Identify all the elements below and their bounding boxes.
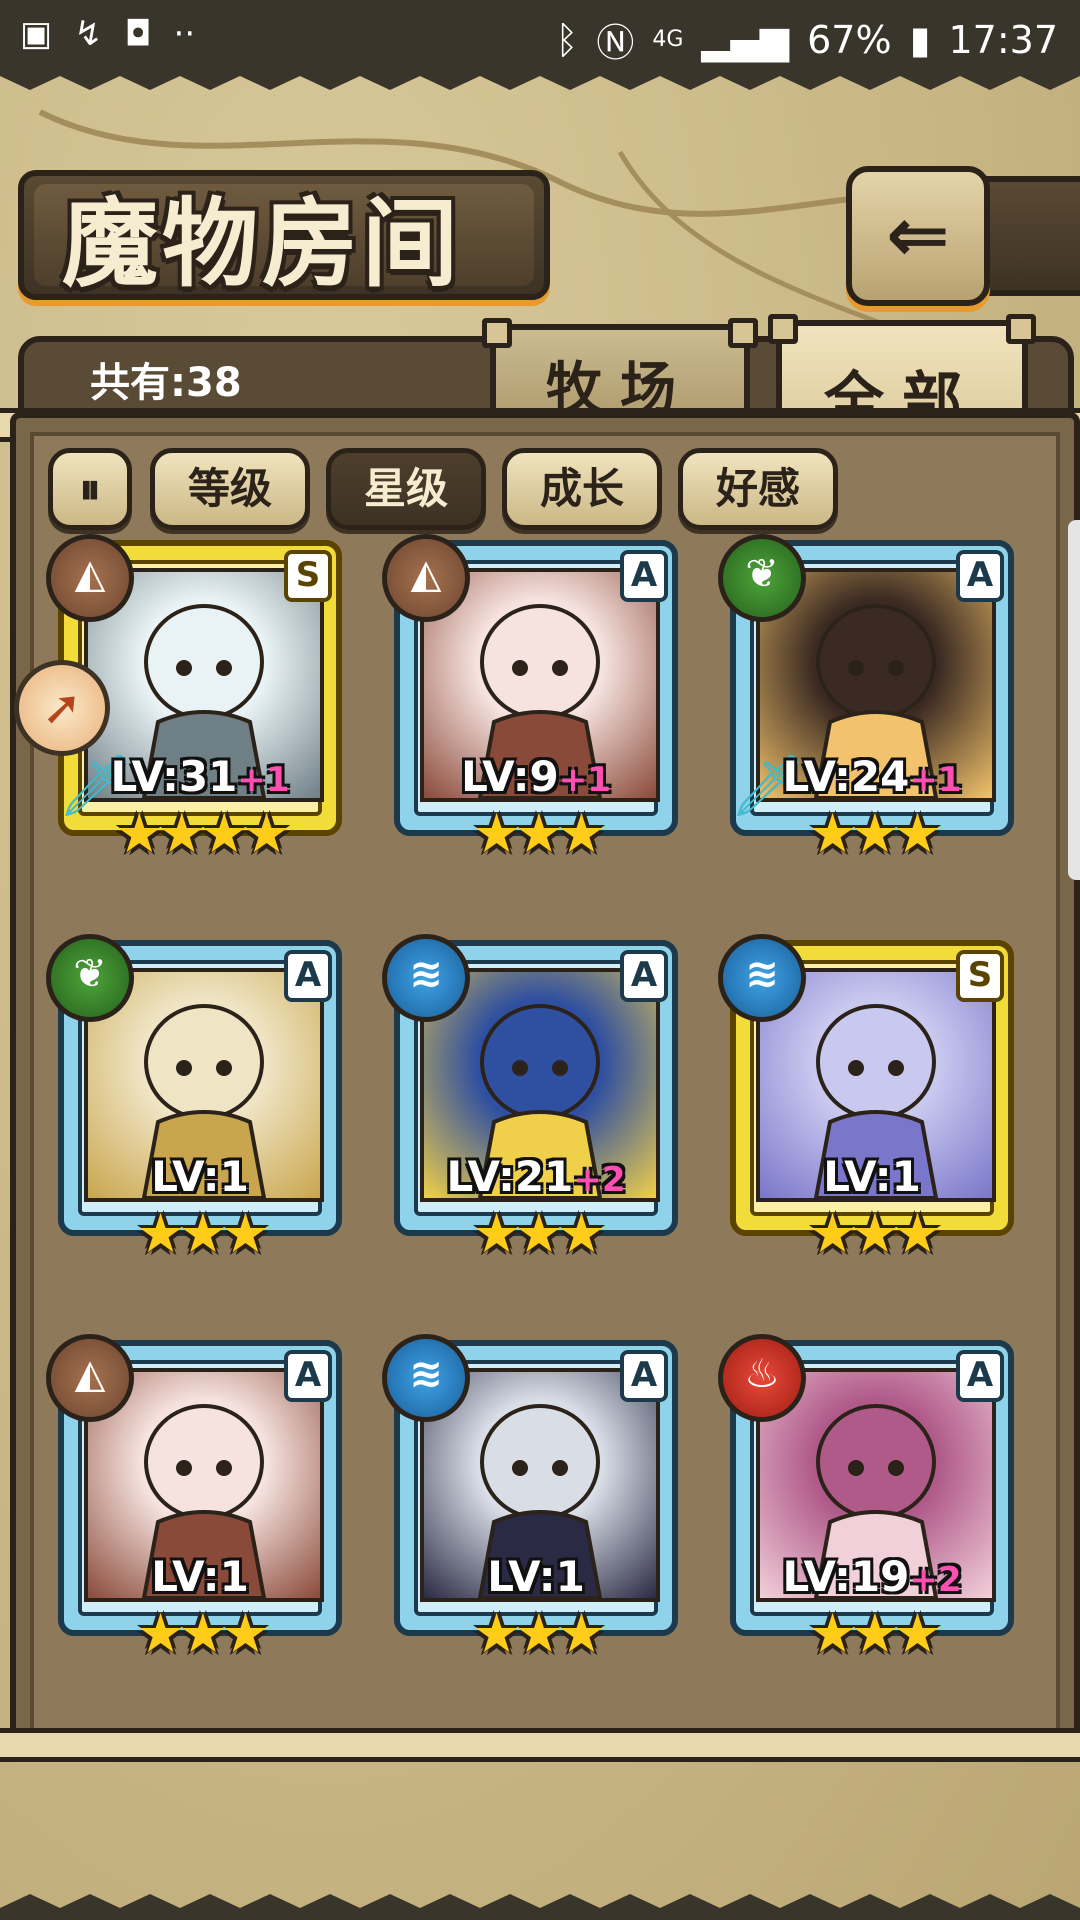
- monster-level: LV:9+1: [386, 752, 686, 801]
- grass-element-icon: ❦: [718, 534, 806, 622]
- star-rating: ★★★: [136, 1202, 269, 1265]
- monster-level: LV:1: [50, 1152, 350, 1201]
- level-text: LV:1: [487, 1552, 585, 1601]
- rank-badge: A: [620, 550, 668, 602]
- water-element-icon: ≋: [382, 1334, 470, 1422]
- sort-growth-button[interactable]: 成长: [502, 448, 662, 530]
- monster-card[interactable]: A ◭ LV:1 ★★★: [46, 1334, 350, 1665]
- rank-badge: A: [956, 550, 1004, 602]
- monster-level: LV:24+1: [722, 752, 1022, 801]
- level-bonus: +1: [558, 760, 611, 800]
- page-title: 魔物房间: [62, 187, 462, 300]
- nfc-icon: Ⓝ: [596, 21, 635, 65]
- network-type: 4G: [652, 27, 684, 52]
- tab-peg: [1006, 314, 1036, 344]
- scroll-handle[interactable]: [1068, 520, 1080, 880]
- level-bonus: +2: [909, 1560, 962, 1600]
- level-text: LV:21: [446, 1152, 574, 1201]
- water-element-icon: ≋: [718, 934, 806, 1022]
- battery-icon: ▮: [909, 17, 931, 62]
- level-text: LV:31: [110, 752, 238, 801]
- star-rating: ★★★: [808, 1202, 941, 1265]
- level-text: LV:9: [461, 752, 559, 801]
- sort-affection-button[interactable]: 好感: [678, 448, 838, 530]
- rank-badge: A: [284, 950, 332, 1002]
- level-text: LV:24: [782, 752, 910, 801]
- back-strip: [980, 176, 1080, 296]
- monster-card[interactable]: A ❦ LV:1 ★★★: [46, 934, 350, 1265]
- level-bonus: +2: [573, 1160, 626, 1200]
- monster-card[interactable]: S ≋ LV:1 ★★★: [718, 934, 1022, 1265]
- bottom-rail: [0, 1728, 1080, 1762]
- star-rating: ★★★: [472, 1602, 605, 1665]
- bluetooth-icon: ᛒ: [555, 17, 579, 62]
- rank-badge: A: [956, 1350, 1004, 1402]
- monster-count: 共有:38: [90, 360, 242, 406]
- star-rating: ★★★★: [115, 802, 291, 865]
- monster-card[interactable]: A ♨ LV:19+2 ★★★: [718, 1334, 1022, 1665]
- shopping-bag-icon: ◘: [124, 14, 152, 54]
- sort-star-button[interactable]: 星级: [326, 448, 486, 530]
- level-bonus: +1: [237, 760, 290, 800]
- rank-badge: A: [284, 1350, 332, 1402]
- monster-card[interactable]: A ≋ LV:21+2 ★★★: [382, 934, 686, 1265]
- earth-element-icon: ◭: [46, 534, 134, 622]
- star-rating: ★★★: [808, 802, 941, 865]
- star-rating: ★★★: [472, 1202, 605, 1265]
- tab-peg: [728, 318, 758, 348]
- arrow-badge-icon: ➚: [41, 680, 83, 736]
- earth-element-icon: ◭: [382, 534, 470, 622]
- lock-badge[interactable]: ➚: [14, 660, 110, 756]
- sort-level-button[interactable]: 等级: [150, 448, 310, 530]
- monster-card[interactable]: A ◭ LV:9+1 ★★★: [382, 534, 686, 865]
- back-button[interactable]: ⇐: [846, 166, 990, 306]
- star-rating: ★★★: [472, 802, 605, 865]
- grass-element-icon: ❦: [46, 934, 134, 1022]
- level-text: LV:1: [151, 1552, 249, 1601]
- image-icon: ▣: [20, 14, 53, 54]
- star-rating: ★★★: [808, 1602, 941, 1665]
- battery-percent: 67%: [807, 17, 892, 62]
- earth-element-icon: ◭: [46, 1334, 134, 1422]
- rank-badge: A: [620, 950, 668, 1002]
- level-text: LV:1: [823, 1152, 921, 1201]
- water-element-icon: ≋: [382, 934, 470, 1022]
- monster-level: LV:31+1: [50, 752, 350, 801]
- signal-icon: ▂▄▆: [701, 17, 790, 62]
- more-icon: ··: [173, 14, 196, 54]
- level-text: LV:1: [151, 1152, 249, 1201]
- status-bar: ▣ ↯ ◘ ·· ᛒ Ⓝ 4G ▂▄▆ 67% ▮ 17:37: [0, 0, 1080, 72]
- monster-card[interactable]: A ❦ 🗡 LV:24+1 ★★★: [718, 534, 1022, 865]
- level-text: LV:19: [782, 1552, 910, 1601]
- fire-element-icon: ♨: [718, 1334, 806, 1422]
- rank-badge: S: [956, 950, 1004, 1002]
- rank-badge: S: [284, 550, 332, 602]
- missed-call-icon: ↯: [74, 14, 103, 54]
- status-zigzag: [0, 66, 1080, 90]
- monster-level: LV:19+2: [722, 1552, 1022, 1601]
- tab-peg: [768, 314, 798, 344]
- sort-order-toggle[interactable]: ⏸: [48, 448, 132, 530]
- back-arrow-icon: ⇐: [886, 190, 950, 279]
- bottom-zigzag: [0, 1894, 1080, 1920]
- tab-peg: [482, 318, 512, 348]
- monster-level: LV:1: [722, 1152, 1022, 1201]
- sort-toggle-icon: ⏸: [79, 464, 101, 513]
- monster-level: LV:21+2: [386, 1152, 686, 1201]
- monster-level: LV:1: [386, 1552, 686, 1601]
- clock: 17:37: [948, 17, 1058, 62]
- star-rating: ★★★: [136, 1602, 269, 1665]
- monster-card[interactable]: A ≋ LV:1 ★★★: [382, 1334, 686, 1665]
- monster-level: LV:1: [50, 1552, 350, 1601]
- rank-badge: A: [620, 1350, 668, 1402]
- level-bonus: +1: [909, 760, 962, 800]
